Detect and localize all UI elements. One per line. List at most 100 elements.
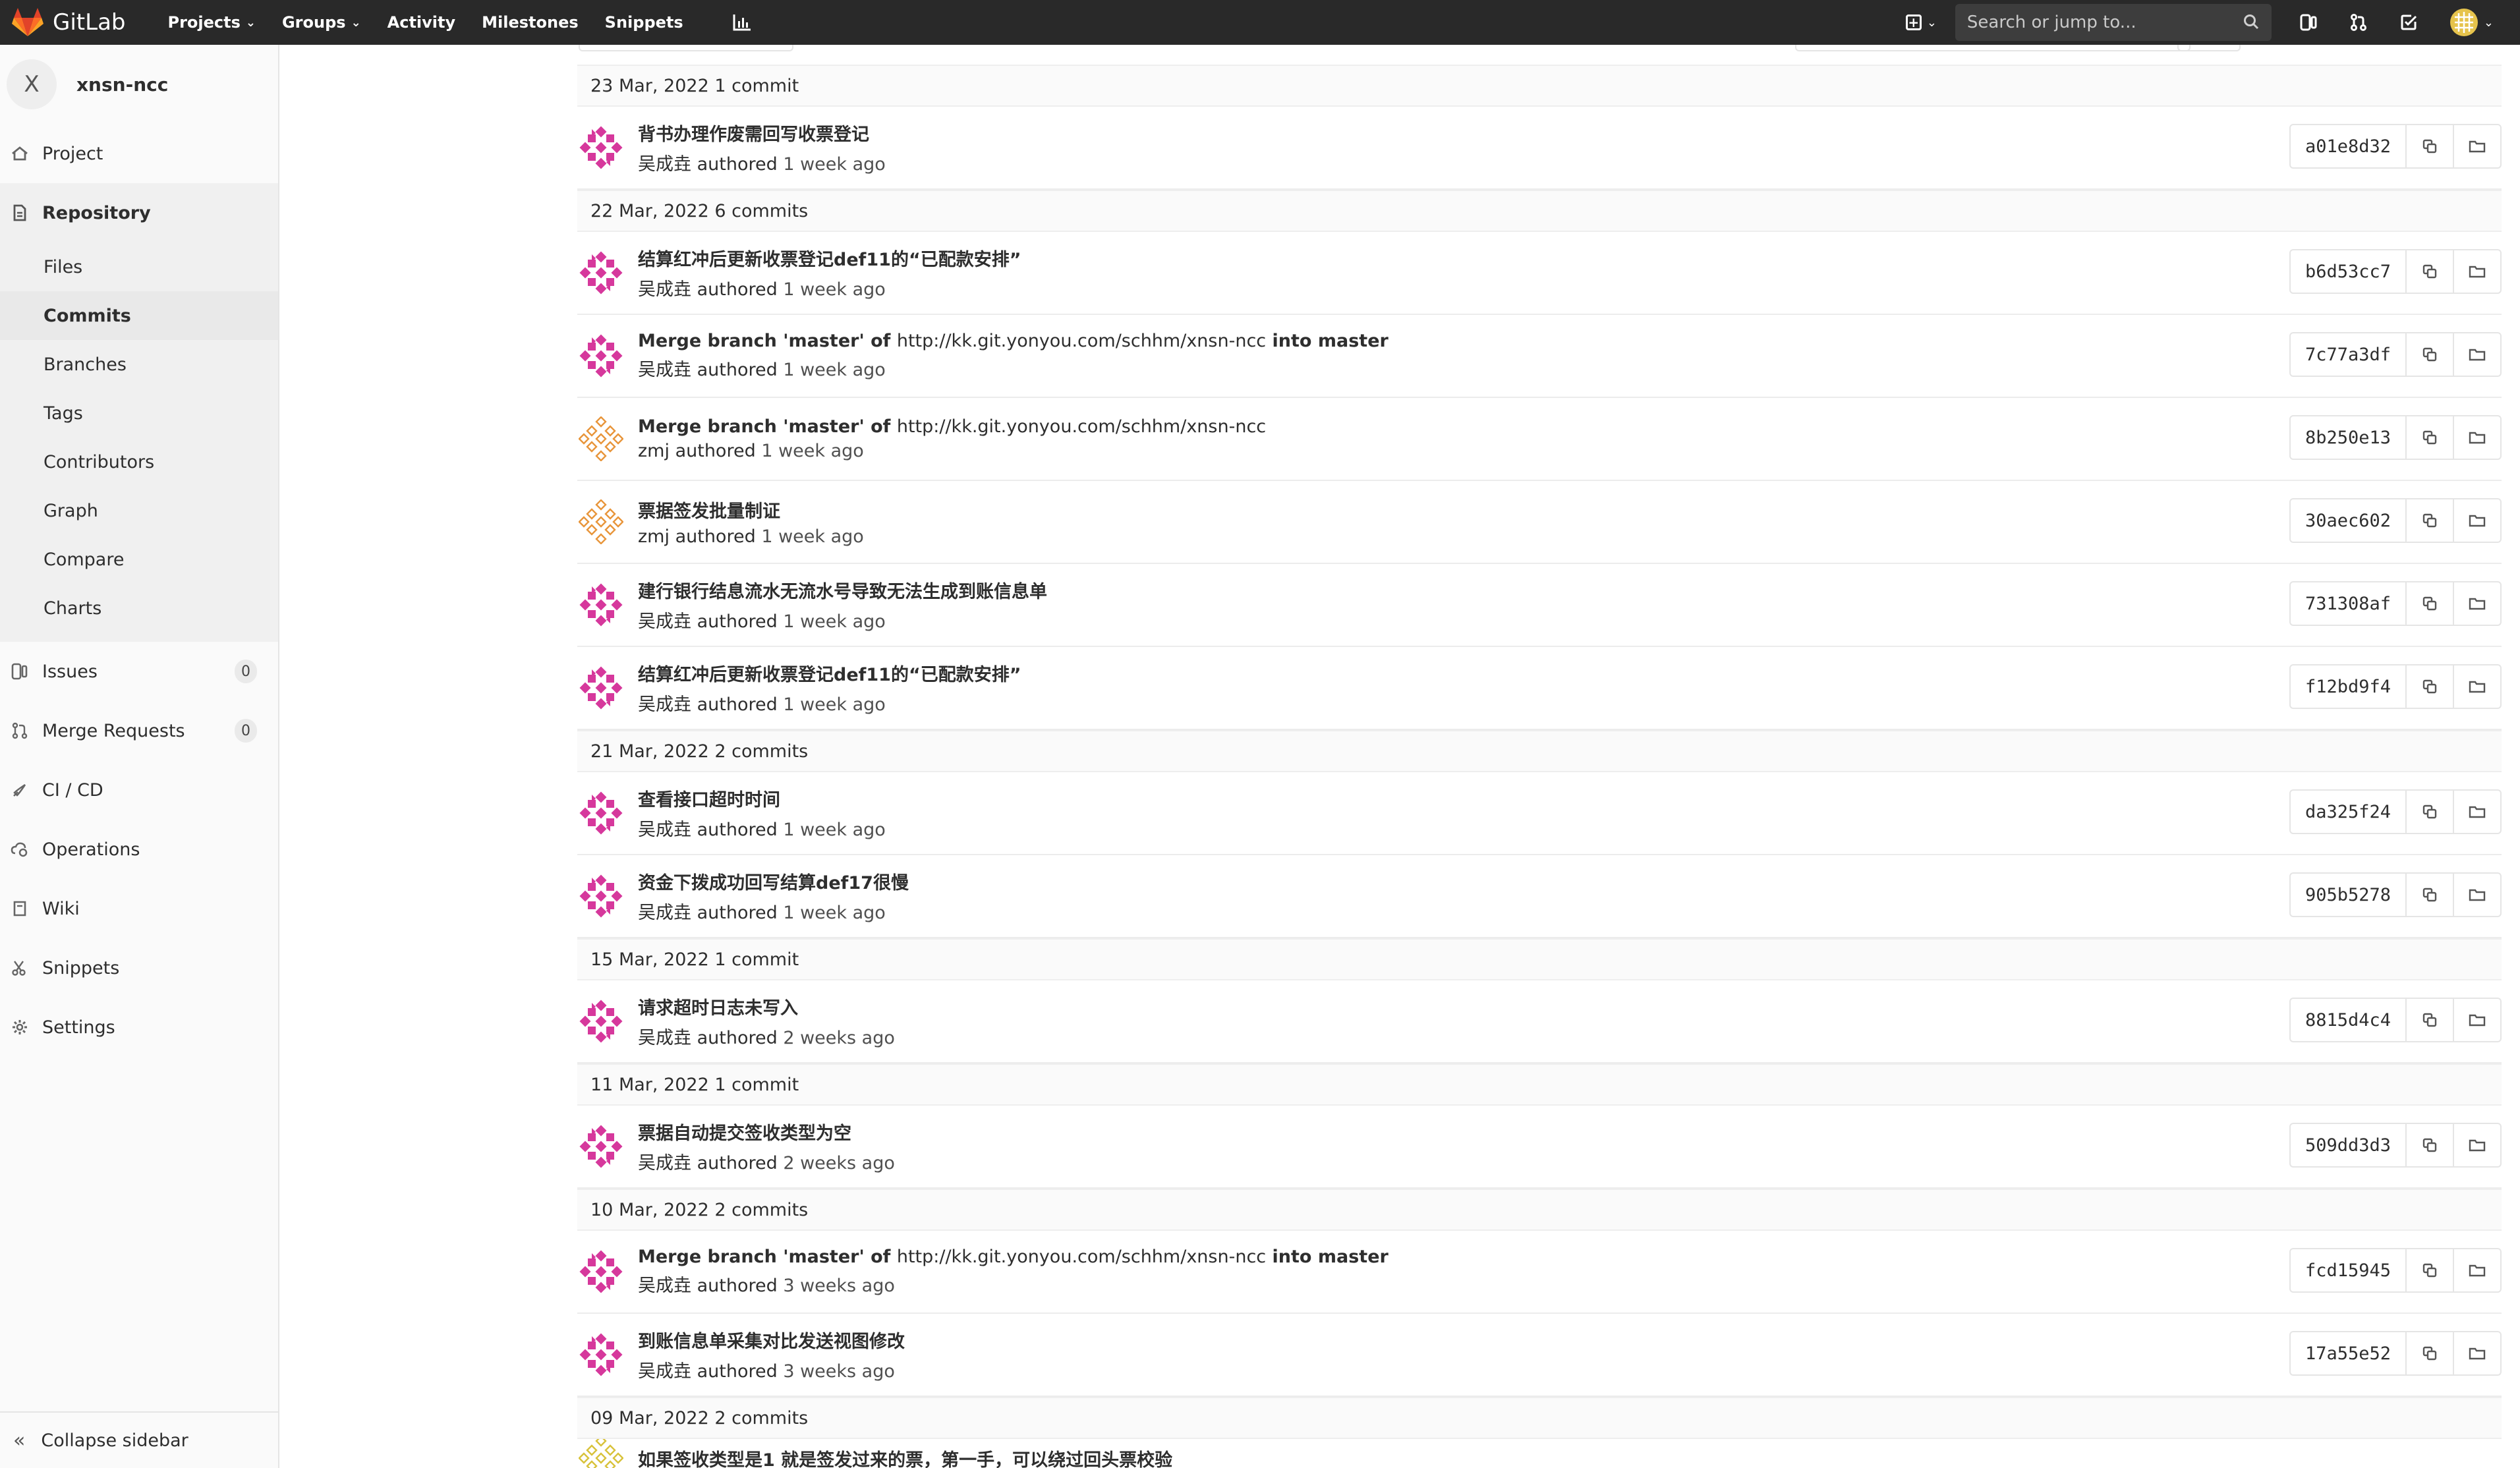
nav-snippets[interactable]: Snippets [605,0,683,45]
commit-sha-button[interactable]: 509dd3d3 [2289,1123,2407,1168]
commit-author-link[interactable]: 吴成垚 [638,154,691,175]
copy-sha-button[interactable] [2407,1331,2454,1376]
sidebar-item-charts[interactable]: Charts [0,584,278,633]
commit-author-link[interactable]: zmj [638,526,670,547]
commit-title-link[interactable]: 结算红冲后更新收票登记def11的“已配款安排” [638,660,1021,686]
sidebar-item-merge-requests[interactable]: Merge Requests 0 [0,701,278,760]
sidebar-item-snippets[interactable]: Snippets [0,938,278,998]
commit-sha-button[interactable]: 30aec602 [2289,498,2407,543]
commit-title-link[interactable]: 背书办理作废需回写收票登记 [638,120,886,146]
commit-sha-button[interactable]: fcd15945 [2289,1248,2407,1293]
author-avatar[interactable] [579,1249,623,1294]
copy-sha-button[interactable] [2407,581,2454,626]
commit-author-link[interactable]: 吴成垚 [638,279,691,300]
sidebar-item-contributors[interactable]: Contributors [0,438,278,486]
nav-activity[interactable]: Activity [387,0,456,45]
commit-sha-button[interactable]: a01e8d32 [2289,124,2407,169]
sidebar-item-compare[interactable]: Compare [0,535,278,584]
commit-sha-button[interactable]: 905b5278 [2289,872,2407,917]
todo-icon[interactable] [2399,13,2418,32]
user-menu[interactable]: ⌄ [2449,8,2494,37]
sidebar-item-graph[interactable]: Graph [0,486,278,535]
rss-button-edge[interactable] [2177,45,2241,51]
sidebar-item-issues[interactable]: Issues 0 [0,642,278,701]
sidebar-item-files[interactable]: Files [0,242,278,291]
sidebar-item-project[interactable]: Project [0,124,278,183]
commit-title-link[interactable]: 请求超时日志未写入 [638,994,895,1019]
author-avatar[interactable] [579,333,623,378]
copy-sha-button[interactable] [2407,789,2454,834]
commit-author-link[interactable]: zmj [638,441,670,461]
commit-title-link[interactable]: 建行银行结息流水无流水号导致无法生成到账信息单 [638,577,1047,603]
copy-sha-button[interactable] [2407,332,2454,377]
commit-sha-button[interactable]: 8815d4c4 [2289,998,2407,1042]
browse-files-button[interactable] [2454,998,2502,1042]
sidebar-item-operations[interactable]: Operations [0,820,278,879]
commit-author-link[interactable]: 吴成垚 [638,1028,691,1048]
copy-sha-button[interactable] [2407,1248,2454,1293]
commit-author-link[interactable]: 吴成垚 [638,611,691,632]
copy-sha-button[interactable] [2407,124,2454,169]
copy-sha-button[interactable] [2407,415,2454,460]
browse-files-button[interactable] [2454,1331,2502,1376]
commit-title-link[interactable]: 票据自动提交签收类型为空 [638,1119,895,1144]
browse-files-button[interactable] [2454,872,2502,917]
commit-title-link[interactable]: 查看接口超时时间 [638,785,886,811]
commit-author-link[interactable]: 吴成垚 [638,1276,691,1296]
analytics-chart-icon[interactable] [732,0,752,45]
copy-sha-button[interactable] [2407,249,2454,294]
commit-author-link[interactable]: 吴成垚 [638,694,691,715]
commit-sha-button[interactable]: 7c77a3df [2289,332,2407,377]
commit-author-link[interactable]: 吴成垚 [638,1361,691,1382]
branch-selector-edge[interactable] [579,45,793,51]
gitlab-home-link[interactable]: GitLab [12,0,125,45]
browse-files-button[interactable] [2454,1248,2502,1293]
commit-title-link[interactable]: 票据签发批量制证 [638,497,864,522]
author-avatar[interactable] [579,582,623,627]
sidebar-item-wiki[interactable]: Wiki [0,879,278,938]
commit-sha-button[interactable]: f12bd9f4 [2289,664,2407,709]
author-avatar[interactable] [579,874,623,918]
copy-sha-button[interactable] [2407,664,2454,709]
commit-sha-button[interactable]: 17a55e52 [2289,1331,2407,1376]
nav-projects[interactable]: Projects ⌄ [167,0,256,45]
sidebar-item-tags[interactable]: Tags [0,389,278,438]
commit-author-link[interactable]: 吴成垚 [638,903,691,923]
commit-title-url[interactable]: http://kk.git.yonyou.com/schhm/xnsn-ncc [897,1247,1266,1267]
browse-files-button[interactable] [2454,332,2502,377]
author-avatar[interactable] [579,1124,623,1169]
sidebar-item-cicd[interactable]: CI / CD [0,760,278,820]
commit-title-link[interactable]: 到账信息单采集对比发送视图修改 [638,1327,905,1353]
author-avatar[interactable] [579,416,623,461]
browse-files-button[interactable] [2454,1123,2502,1168]
filter-input-edge[interactable] [1795,45,2191,51]
sidebar-item-repository[interactable]: Repository [0,183,278,242]
new-dropdown-button[interactable]: + ⌄ [1905,14,1937,30]
browse-files-button[interactable] [2454,581,2502,626]
search-input[interactable]: Search or jump to... [1955,4,2272,41]
copy-sha-button[interactable] [2407,998,2454,1042]
commit-title-link[interactable]: Merge branch 'master' of http://kk.git.y… [638,331,1389,351]
commit-title-url[interactable]: http://kk.git.yonyou.com/schhm/xnsn-ncc [897,416,1266,437]
collapse-sidebar-button[interactable]: « Collapse sidebar [0,1411,278,1468]
commit-title-link[interactable]: 结算红冲后更新收票登记def11的“已配款安排” [638,245,1021,271]
commit-sha-button[interactable]: 8b250e13 [2289,415,2407,460]
sidebar-item-commits[interactable]: Commits [0,291,278,340]
commit-title-link[interactable]: Merge branch 'master' of http://kk.git.y… [638,1247,1389,1267]
copy-sha-button[interactable] [2407,498,2454,543]
merge-request-icon[interactable] [2349,13,2368,32]
commit-title-link[interactable]: 资金下拨成功回写结算def17很慢 [638,868,909,894]
author-avatar[interactable] [579,250,623,295]
author-avatar[interactable] [579,791,623,835]
author-avatar[interactable] [579,1332,623,1377]
browse-files-button[interactable] [2454,249,2502,294]
nav-milestones[interactable]: Milestones [482,0,579,45]
commit-sha-button[interactable]: 731308af [2289,581,2407,626]
browse-files-button[interactable] [2454,789,2502,834]
author-avatar[interactable] [579,999,623,1044]
commit-sha-button[interactable]: b6d53cc7 [2289,249,2407,294]
commit-author-link[interactable]: 吴成垚 [638,360,691,380]
nav-groups[interactable]: Groups ⌄ [282,0,361,45]
commit-author-link[interactable]: 吴成垚 [638,820,691,840]
browse-files-button[interactable] [2454,124,2502,169]
